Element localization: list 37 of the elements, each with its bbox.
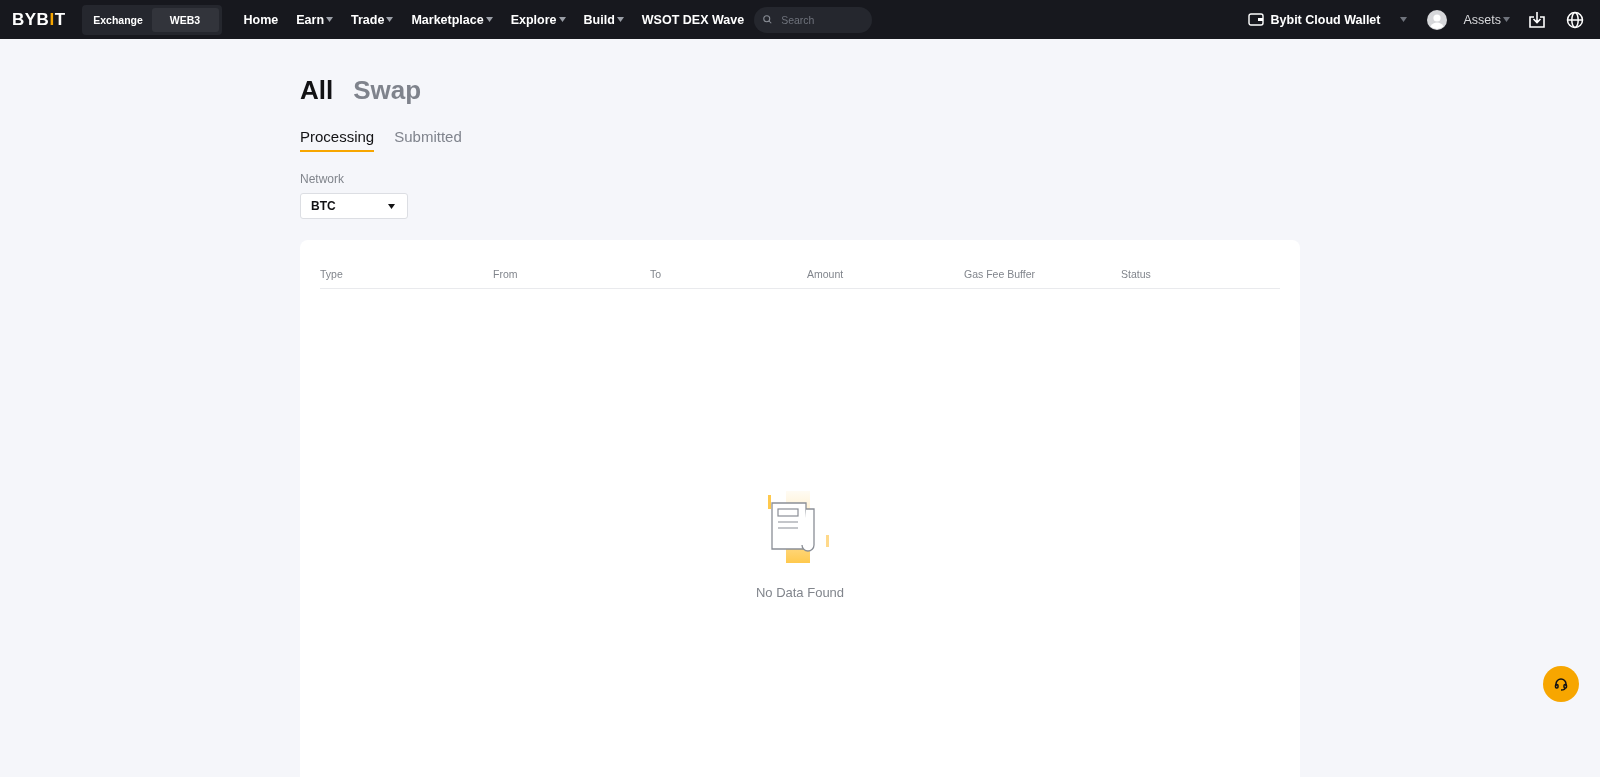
search-icon	[763, 14, 773, 25]
logo[interactable]: BYBIT	[12, 9, 66, 30]
empty-message: No Data Found	[755, 585, 845, 600]
column-header: From	[493, 268, 519, 280]
network-select[interactable]: BTC	[300, 193, 408, 219]
wallet-menu[interactable]: Bybit Cloud Wallet	[1247, 12, 1408, 27]
nav-link[interactable]: Home	[243, 12, 279, 27]
column-header: Type	[320, 268, 344, 280]
nav-link[interactable]: Explore	[510, 12, 566, 27]
status-tab[interactable]: Processing	[300, 128, 375, 152]
nav-link[interactable]: Marketplace	[411, 12, 493, 27]
wallet-icon	[1247, 13, 1264, 26]
column-header: To	[650, 268, 663, 280]
download-icon[interactable]	[1528, 10, 1546, 29]
search-input[interactable]: Search	[779, 12, 864, 27]
headset-icon	[1554, 677, 1568, 691]
page-tab[interactable]: All	[300, 75, 334, 106]
page-tab[interactable]: Swap	[353, 75, 422, 106]
mode-tab[interactable]: Exchange	[84, 7, 152, 32]
column-header: Status	[1121, 268, 1152, 280]
network-label: Network	[300, 172, 345, 186]
support-button[interactable]	[1543, 666, 1579, 702]
assets-menu[interactable]: Assets	[1463, 12, 1510, 27]
nav-link[interactable]: WSOT DEX Wave	[641, 12, 745, 27]
caret-icon	[1400, 17, 1408, 22]
nav-link[interactable]: Build	[583, 12, 624, 27]
caret-icon	[388, 203, 395, 209]
column-header: Amount	[807, 268, 845, 280]
caret-icon	[1503, 17, 1510, 22]
globe-icon[interactable]	[1566, 10, 1584, 29]
avatar-icon[interactable]	[1427, 9, 1448, 30]
status-tab[interactable]: Submitted	[394, 128, 462, 152]
mode-tab[interactable]: WEB3	[151, 7, 219, 32]
nav-link[interactable]: Earn	[296, 12, 334, 27]
search-field[interactable]: Search	[754, 6, 873, 33]
nav-link[interactable]: Trade	[351, 12, 394, 27]
column-header: Gas Fee Buffer	[964, 268, 1036, 280]
